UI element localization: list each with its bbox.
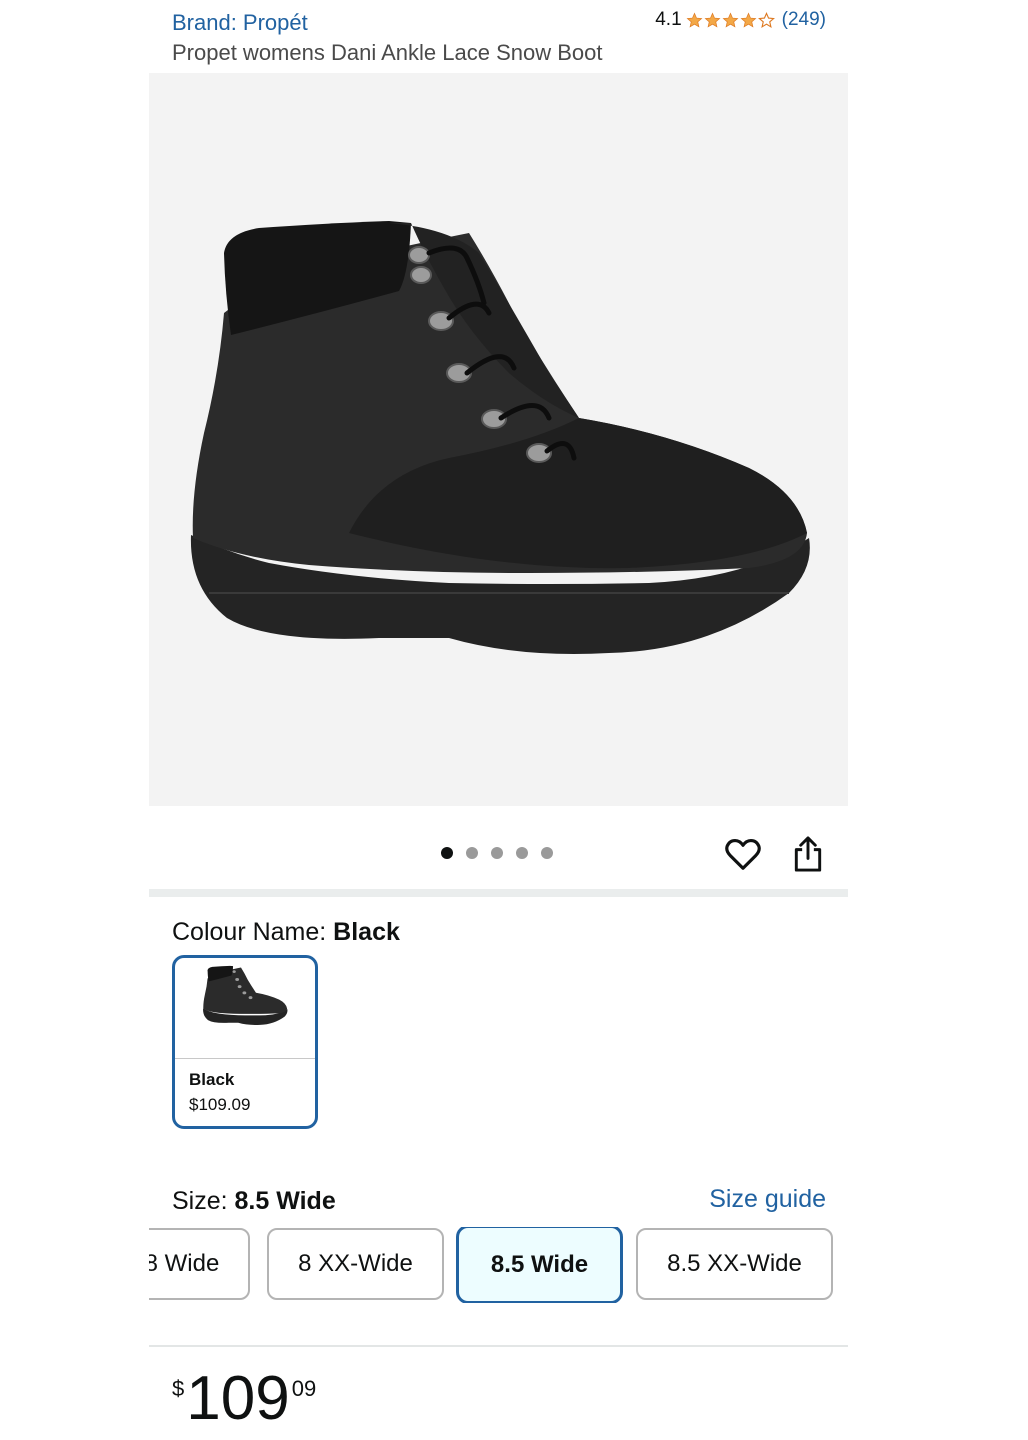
size-label-prefix: Size: [172,1187,235,1215]
colour-name-label: Colour Name: Black [172,918,400,947]
pagination-dot[interactable] [516,847,528,859]
pagination-dot[interactable] [491,847,503,859]
share-button[interactable] [790,835,826,873]
product-price: $ 109 09 [172,1368,316,1430]
size-guide-link[interactable]: Size guide [709,1185,826,1214]
star-full-icon [704,12,721,28]
rating-value: 4.1 [655,9,682,30]
image-pagination [441,847,553,859]
size-option-8-5-wide[interactable]: 8.5 Wide [456,1227,623,1303]
colour-selected-value: Black [333,918,400,946]
star-full-icon [722,12,739,28]
pagination-dot[interactable] [466,847,478,859]
star-full-icon [686,12,703,28]
pagination-dot-active[interactable] [441,847,453,859]
size-label: Size: 8.5 Wide [172,1187,336,1216]
colour-swatch-black[interactable]: Black $109.09 [172,955,318,1129]
swatch-colour-name: Black [189,1070,235,1089]
swatch-thumbnail [175,958,315,1059]
pagination-dot[interactable] [541,847,553,859]
price-fraction: 09 [291,1376,317,1401]
size-option-8-5-xx-wide[interactable]: 8.5 XX-Wide [636,1228,833,1300]
size-options-carousel[interactable]: 8 Wide 8 XX-Wide 8.5 Wide 8.5 XX-Wide [149,1227,848,1303]
price-divider [149,1345,848,1347]
star-empty-icon [757,11,775,28]
swatch-price: $109.09 [189,1095,251,1114]
wishlist-button[interactable] [724,835,762,873]
size-option-8-wide[interactable]: 8 Wide [149,1228,250,1300]
rating-summary[interactable]: 4.1 (249) [655,9,826,31]
heart-icon [725,838,761,870]
section-divider [149,889,848,897]
product-title: Propet womens Dani Ankle Lace Snow Boot [172,40,603,65]
brand-link[interactable]: Brand: Propét [172,10,308,36]
product-image[interactable] [149,73,848,806]
rating-count-link[interactable]: (249) [782,9,826,31]
size-selected-value: 8.5 Wide [234,1187,336,1215]
star-full-icon [740,12,757,28]
price-currency-symbol: $ [172,1376,185,1401]
boot-image [190,221,810,654]
size-option-8-xx-wide[interactable]: 8 XX-Wide [267,1228,444,1300]
rating-stars [686,11,776,29]
share-icon [794,836,822,872]
boot-thumbnail-image [203,965,288,1025]
colour-label-prefix: Colour Name: [172,918,334,946]
price-whole: 109 [186,1364,290,1433]
